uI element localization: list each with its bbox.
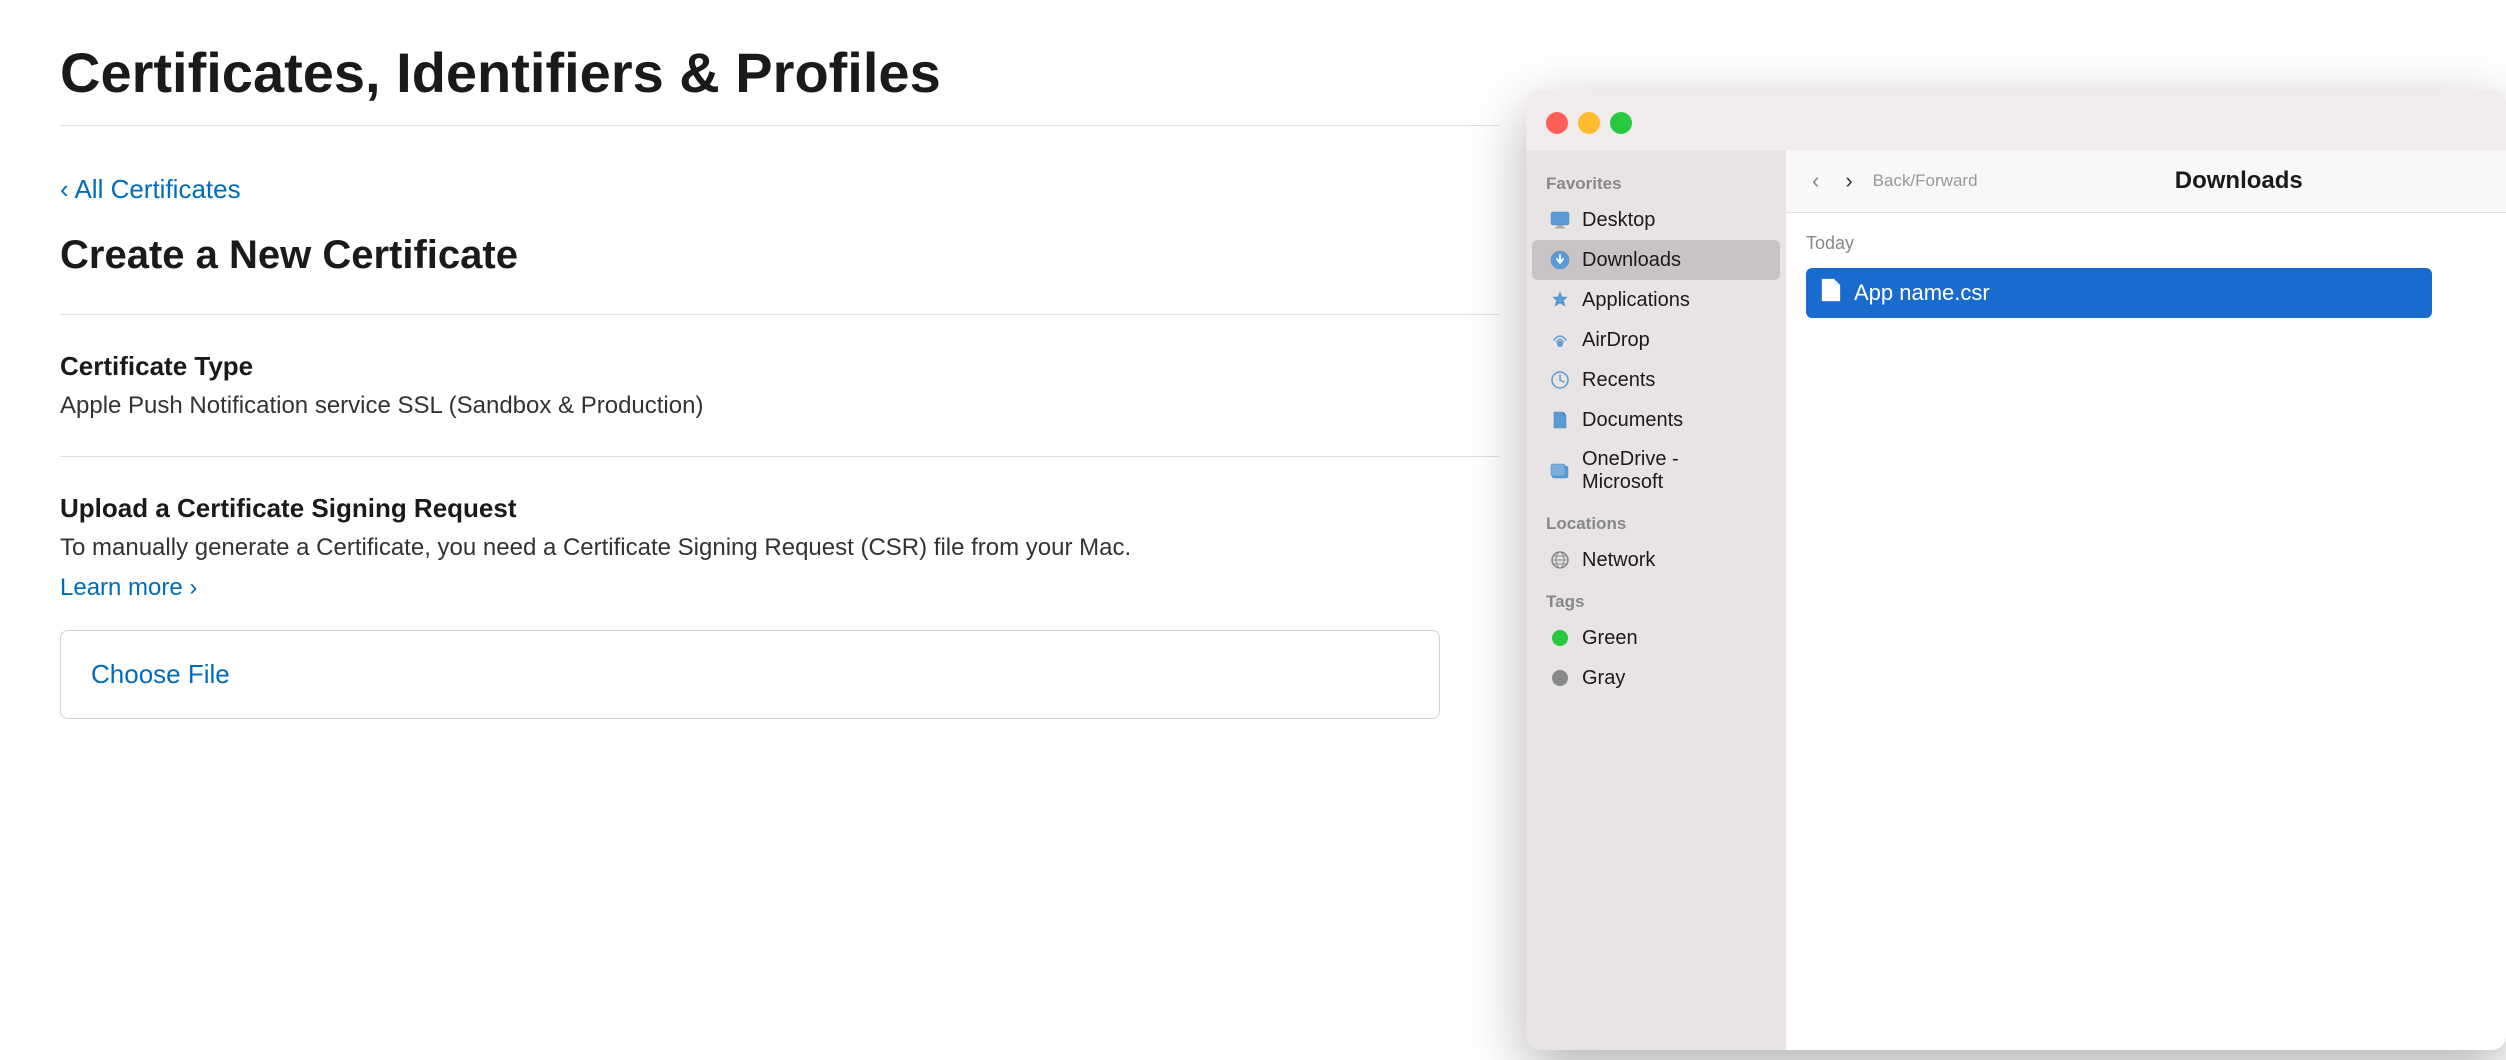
back-nav-button[interactable]: ‹ — [1806, 164, 1825, 198]
onedrive-icon — [1548, 459, 1572, 483]
certificate-type-block: Certificate Type Apple Push Notification… — [60, 351, 1500, 420]
tag-gray-icon — [1548, 666, 1572, 690]
sidebar-item-onedrive[interactable]: OneDrive - Microsoft — [1532, 440, 1780, 502]
upload-title: Upload a Certificate Signing Request — [60, 493, 1500, 524]
sidebar-item-airdrop[interactable]: AirDrop — [1532, 320, 1780, 360]
finder-titlebar — [1526, 90, 2506, 150]
page-title: Certificates, Identifiers & Profiles — [60, 40, 1500, 126]
recents-icon — [1548, 368, 1572, 392]
sidebar-item-tag-green[interactable]: Green — [1532, 618, 1780, 658]
finder-body: Favorites Desktop — [1526, 150, 2506, 1050]
upload-desc: To manually generate a Certificate, you … — [60, 534, 1500, 562]
upload-section: Upload a Certificate Signing Request To … — [60, 493, 1500, 719]
downloads-icon — [1548, 248, 1572, 272]
divider — [60, 314, 1500, 315]
sidebar-item-network[interactable]: Network — [1532, 540, 1780, 580]
tag-green-label: Green — [1582, 627, 1638, 650]
section-title: Create a New Certificate — [60, 233, 1500, 278]
sidebar-item-downloads[interactable]: Downloads — [1532, 240, 1780, 280]
sidebar-item-applications[interactable]: Applications — [1532, 280, 1780, 320]
back-link[interactable]: ‹ All Certificates — [60, 174, 1500, 205]
sidebar-item-recents[interactable]: Recents — [1532, 360, 1780, 400]
recents-label: Recents — [1582, 369, 1655, 392]
documents-icon — [1548, 408, 1572, 432]
network-icon — [1548, 548, 1572, 572]
csr-file-icon — [1820, 278, 1842, 308]
desktop-label: Desktop — [1582, 209, 1655, 232]
documents-label: Documents — [1582, 409, 1683, 432]
sidebar-item-documents[interactable]: Documents — [1532, 400, 1780, 440]
choose-file-button[interactable]: Choose File — [60, 630, 1440, 719]
main-content: Certificates, Identifiers & Profiles ‹ A… — [0, 0, 1560, 759]
sidebar-item-tag-gray[interactable]: Gray — [1532, 658, 1780, 698]
maximize-button[interactable] — [1610, 112, 1632, 134]
finder-sidebar: Favorites Desktop — [1526, 150, 1786, 1050]
tag-green-icon — [1548, 626, 1572, 650]
csr-file-name: App name.csr — [1854, 280, 1990, 306]
airdrop-icon — [1548, 328, 1572, 352]
finder-toolbar: ‹ › Back/Forward Downloads — [1786, 150, 2506, 213]
file-item-csr[interactable]: App name.csr — [1806, 268, 2432, 318]
finder-window: Favorites Desktop — [1526, 90, 2506, 1050]
sidebar-item-desktop[interactable]: Desktop — [1532, 200, 1780, 240]
desktop-icon — [1548, 208, 1572, 232]
favorites-label: Favorites — [1526, 162, 1786, 200]
tag-gray-label: Gray — [1582, 667, 1625, 690]
certificate-type-label: Certificate Type — [60, 351, 1500, 382]
close-button[interactable] — [1546, 112, 1568, 134]
back-forward-label: Back/Forward — [1873, 171, 1978, 191]
minimize-button[interactable] — [1578, 112, 1600, 134]
network-label: Network — [1582, 549, 1655, 572]
finder-content: Today App name.csr — [1786, 213, 2506, 1050]
locations-label: Locations — [1526, 502, 1786, 540]
certificate-type-value: Apple Push Notification service SSL (San… — [60, 392, 1500, 420]
downloads-label: Downloads — [1582, 249, 1681, 272]
applications-icon — [1548, 288, 1572, 312]
finder-main: ‹ › Back/Forward Downloads Today App nam… — [1786, 150, 2506, 1050]
applications-label: Applications — [1582, 289, 1690, 312]
onedrive-label: OneDrive - Microsoft — [1582, 448, 1764, 494]
forward-nav-button[interactable]: › — [1839, 164, 1858, 198]
content-today-label: Today — [1806, 233, 2486, 254]
finder-window-title: Downloads — [2175, 167, 2303, 195]
tags-label: Tags — [1526, 580, 1786, 618]
learn-more-link[interactable]: Learn more › — [60, 574, 197, 602]
window-controls — [1546, 112, 1632, 134]
airdrop-label: AirDrop — [1582, 329, 1650, 352]
divider2 — [60, 456, 1500, 457]
